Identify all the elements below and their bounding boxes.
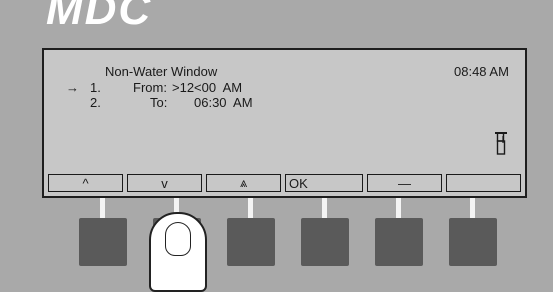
softkey-connector <box>396 198 401 220</box>
physical-button-4[interactable] <box>301 218 349 266</box>
caret-down-icon: v <box>161 175 168 191</box>
row-2-label: To: <box>150 95 168 110</box>
softkey-minus[interactable]: — <box>367 174 442 192</box>
softkey-connector <box>322 198 327 220</box>
softkey-connector <box>100 198 105 220</box>
faucet-icon <box>494 130 508 161</box>
physical-button-1[interactable] <box>79 218 127 266</box>
row-1-label: From: <box>133 80 167 95</box>
softkey-down[interactable]: v <box>127 174 202 192</box>
physical-button-3[interactable] <box>227 218 275 266</box>
fingernail <box>165 222 191 256</box>
softkey-up[interactable]: ^ <box>48 174 123 192</box>
row-2-value: 06:30 AM <box>194 95 253 110</box>
pressing-finger-illustration <box>149 212 207 292</box>
softkey-ok[interactable]: OK <box>285 174 363 192</box>
double-caret-up-icon: ⩓ <box>239 175 248 190</box>
softkey-page-up[interactable]: ⩓ <box>206 174 281 192</box>
caret-up-icon: ^ <box>82 175 89 191</box>
display-title: Non-Water Window <box>105 64 218 79</box>
minus-icon: — <box>398 175 411 191</box>
softkey-connector <box>470 198 475 220</box>
row-1-number: 1. <box>90 80 101 95</box>
softkey-bar: ^ v ⩓ OK — <box>48 174 521 192</box>
softkey-blank[interactable] <box>446 174 521 192</box>
softkey-ok-label: OK <box>289 175 308 191</box>
row-1-value: >12<00 AM <box>172 80 243 95</box>
display-clock: 08:48 AM <box>454 64 509 79</box>
row-2-number: 2. <box>90 95 101 110</box>
lcd-display: Non-Water Window 08:48 AM → 1. From: >12… <box>42 48 527 198</box>
brand-logo: MDC <box>46 0 153 34</box>
row-pointer-arrow: → <box>66 80 79 95</box>
softkey-connector <box>248 198 253 220</box>
physical-button-5[interactable] <box>375 218 423 266</box>
physical-button-6[interactable] <box>449 218 497 266</box>
